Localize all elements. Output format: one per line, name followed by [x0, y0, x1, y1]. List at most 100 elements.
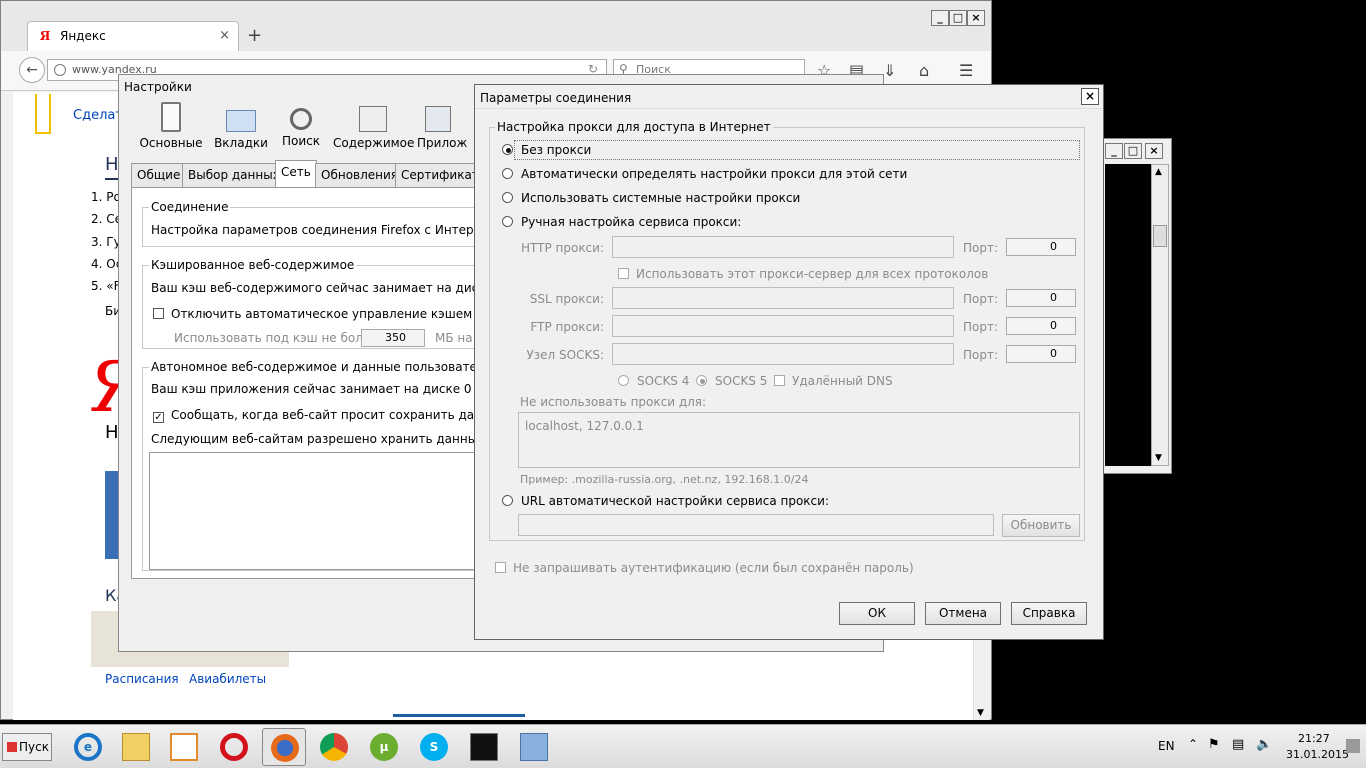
- ftp-proxy-input[interactable]: [612, 315, 954, 337]
- bg-scroll-down-icon[interactable]: ▼: [1155, 453, 1162, 463]
- category-applications[interactable]: Прилож: [417, 102, 477, 150]
- cache-override-box[interactable]: [153, 308, 164, 319]
- taskbar-opera[interactable]: [212, 728, 256, 766]
- bg-scroll-up-icon[interactable]: ▲: [1155, 167, 1162, 177]
- ok-button[interactable]: ОК: [839, 602, 915, 625]
- cache-override-checkbox[interactable]: Отключить автоматическое управление кэше…: [153, 307, 472, 321]
- scroll-down-icon[interactable]: ▼: [977, 708, 984, 718]
- cancel-button[interactable]: Отмена: [925, 602, 1001, 625]
- taskbar-control-panel[interactable]: [512, 728, 556, 766]
- radio-auto-detect-dot[interactable]: [502, 168, 513, 179]
- home-icon[interactable]: ⌂: [919, 61, 929, 80]
- bg-window-scrollbar[interactable]: ▲ ▼: [1151, 164, 1169, 466]
- bg-minimize-button[interactable]: _: [1105, 143, 1123, 159]
- radio-auto-detect[interactable]: Автоматически определять настройки прокс…: [502, 167, 907, 181]
- menu-icon[interactable]: ☰: [959, 61, 973, 80]
- share-proxy-box[interactable]: [618, 268, 629, 279]
- close-window-button[interactable]: ×: [967, 10, 985, 26]
- radio-socks5-dot[interactable]: [696, 375, 707, 386]
- radio-auto-url-dot[interactable]: [502, 495, 513, 506]
- radio-system-proxy[interactable]: Использовать системные настройки прокси: [502, 191, 800, 205]
- taskbar-chrome[interactable]: [312, 728, 356, 766]
- tab-general[interactable]: Общие: [131, 163, 187, 187]
- news-item-1[interactable]: 1. Ро: [91, 190, 121, 204]
- http-proxy-input[interactable]: [612, 236, 954, 258]
- category-search[interactable]: Поиск: [261, 102, 341, 148]
- share-proxy-checkbox[interactable]: Использовать этот прокси-сервер для всех…: [618, 267, 988, 281]
- no-auth-label: Не запрашивать аутентификацию (если был …: [513, 561, 914, 575]
- schedule-link[interactable]: Расписания: [105, 672, 179, 686]
- taskbar-utorrent[interactable]: µ: [362, 728, 406, 766]
- ssl-proxy-input[interactable]: [612, 287, 954, 309]
- no-auth-box[interactable]: [495, 562, 506, 573]
- offline-notify-checkbox[interactable]: ✓ Сообщать, когда веб-сайт просит сохрани…: [153, 408, 526, 423]
- bg-close-button[interactable]: ×: [1145, 143, 1163, 159]
- help-button[interactable]: Справка: [1011, 602, 1087, 625]
- taskbar-explorer[interactable]: [114, 728, 158, 766]
- no-proxy-for-textarea[interactable]: localhost, 127.0.0.1: [518, 412, 1080, 468]
- radio-system-proxy-dot[interactable]: [502, 192, 513, 203]
- socks-host-input[interactable]: [612, 343, 954, 365]
- network-icon[interactable]: ▤: [1232, 737, 1244, 752]
- volume-muted-icon[interactable]: 🔈: [1256, 737, 1272, 752]
- radio-auto-detect-label: Автоматически определять настройки прокс…: [521, 167, 908, 181]
- flights-link[interactable]: Авиабилеты: [189, 672, 266, 686]
- radio-no-proxy[interactable]: Без прокси: [502, 143, 591, 157]
- radio-socks5[interactable]: SOCKS 5: [696, 374, 767, 388]
- start-button[interactable]: Пуск: [2, 733, 52, 761]
- action-center-flag-icon[interactable]: ⚑: [1208, 737, 1220, 752]
- clock-time[interactable]: 21:27: [1298, 732, 1330, 745]
- category-general[interactable]: Основные: [131, 102, 211, 150]
- news-item-5[interactable]: 5. «F: [91, 279, 121, 293]
- ssl-port-input[interactable]: 0: [1006, 289, 1076, 307]
- taskbar-media-player[interactable]: [162, 728, 206, 766]
- offline-notify-box[interactable]: ✓: [153, 412, 164, 423]
- category-content-label: Содержимое: [333, 136, 415, 150]
- downloads-icon[interactable]: ⇓: [883, 61, 896, 80]
- minimize-button[interactable]: _: [931, 10, 949, 26]
- show-hidden-icons[interactable]: ⌃: [1188, 737, 1198, 751]
- news-item-3[interactable]: 3. Гу: [91, 235, 121, 249]
- radio-socks4-dot[interactable]: [618, 375, 629, 386]
- radio-manual-proxy[interactable]: Ручная настройка сервиса прокси:: [502, 215, 741, 229]
- cache-limit-field[interactable]: 350: [361, 329, 425, 347]
- auto-url-input[interactable]: [518, 514, 994, 536]
- radio-socks4[interactable]: SOCKS 4: [618, 374, 689, 388]
- radio-system-proxy-label: Использовать системные настройки прокси: [521, 191, 801, 205]
- back-button[interactable]: ←: [19, 57, 45, 83]
- http-port-label: Порт:: [962, 241, 998, 255]
- clock-date[interactable]: 31.01.2015: [1286, 748, 1349, 761]
- maximize-button[interactable]: □: [949, 10, 967, 26]
- tab-data-choices[interactable]: Выбор данных: [182, 163, 286, 187]
- show-desktop-button[interactable]: [1346, 739, 1360, 753]
- radio-auto-url[interactable]: URL автоматической настройки сервиса про…: [502, 494, 829, 508]
- language-indicator[interactable]: EN: [1158, 739, 1175, 753]
- category-content[interactable]: Содержимое: [333, 102, 415, 150]
- tab-update[interactable]: Обновления: [315, 163, 405, 187]
- no-auth-checkbox[interactable]: Не запрашивать аутентификацию (если был …: [495, 561, 914, 575]
- radio-no-proxy-dot[interactable]: [502, 144, 513, 155]
- taskbar-firefox[interactable]: [262, 728, 306, 766]
- new-tab-button[interactable]: +: [247, 25, 262, 46]
- general-switch-icon: [161, 102, 181, 132]
- tab-yandex[interactable]: Я Яндекс ×: [27, 21, 239, 51]
- dialog-close-button[interactable]: ×: [1081, 88, 1099, 105]
- taskbar-ie[interactable]: e: [66, 728, 110, 766]
- tab-network[interactable]: Сеть: [275, 160, 317, 188]
- remote-dns-box[interactable]: [774, 375, 785, 386]
- ftp-port-input[interactable]: 0: [1006, 317, 1076, 335]
- taskbar-cmd[interactable]: [462, 728, 506, 766]
- taskbar-skype[interactable]: S: [412, 728, 456, 766]
- socks-port-input[interactable]: 0: [1006, 345, 1076, 363]
- reload-button[interactable]: Обновить: [1002, 514, 1080, 537]
- radio-manual-proxy-dot[interactable]: [502, 216, 513, 227]
- remote-dns-checkbox[interactable]: Удалённый DNS: [774, 374, 893, 388]
- http-port-input[interactable]: 0: [1006, 238, 1076, 256]
- bg-scroll-thumb[interactable]: [1153, 225, 1167, 247]
- applications-icon: [425, 106, 451, 132]
- tab-close-icon[interactable]: ×: [219, 28, 230, 43]
- proxy-group-legend: Настройка прокси для доступа в Интернет: [495, 120, 773, 134]
- chrome-icon: [320, 733, 348, 761]
- bg-maximize-button[interactable]: □: [1124, 143, 1142, 159]
- offline-legend: Автономное веб-содержимое и данные польз…: [149, 360, 494, 374]
